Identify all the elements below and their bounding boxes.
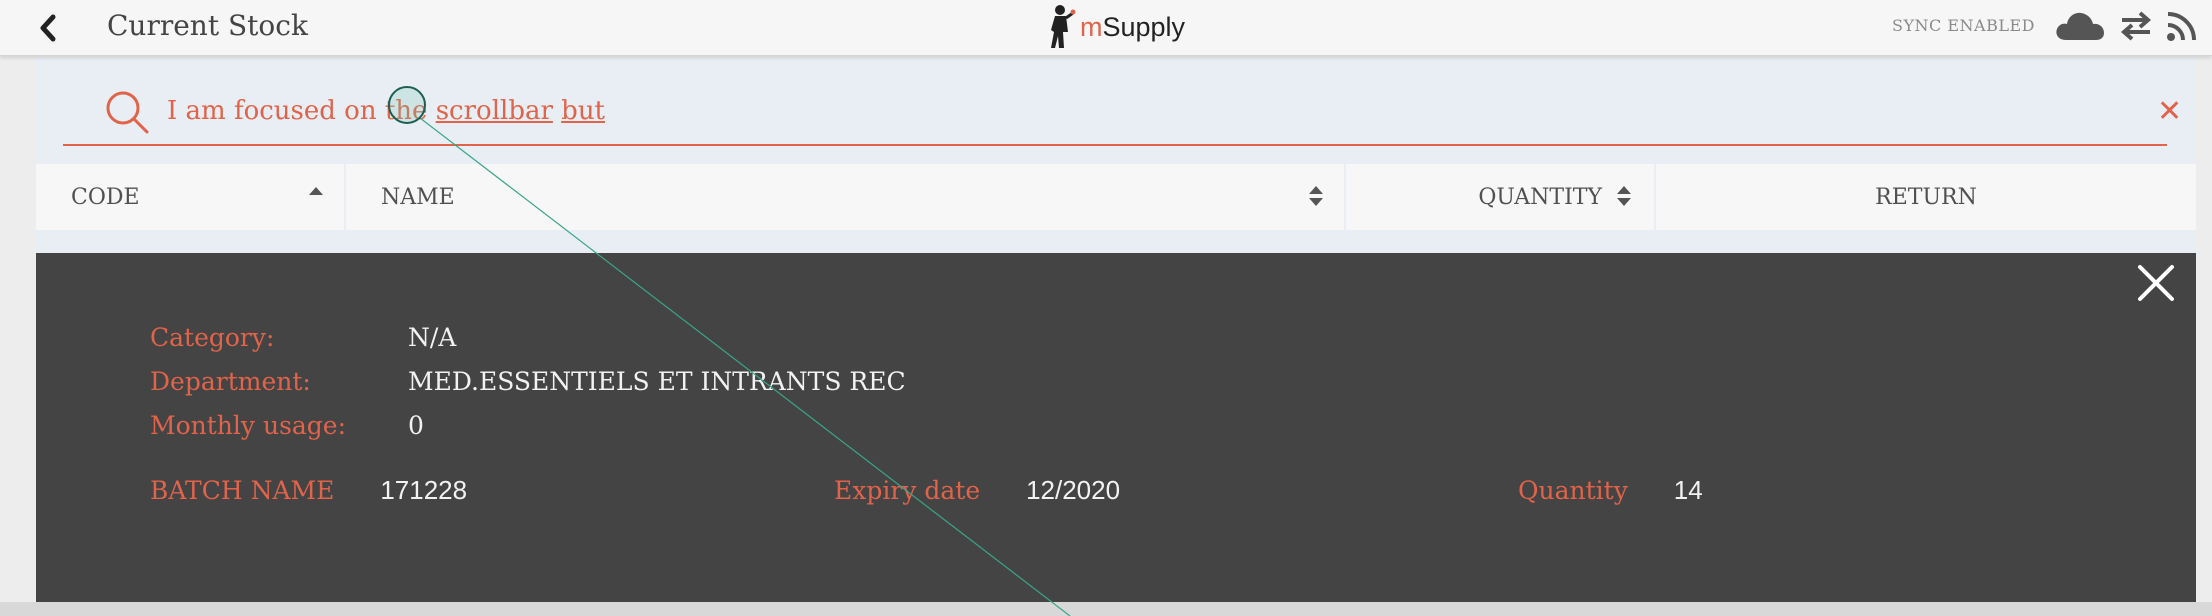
column-label-code: CODE (71, 184, 140, 210)
top-bar: Current Stock mSupply SYNC ENABLED (0, 0, 2212, 56)
monthly-usage-label: Monthly usage: (150, 411, 347, 440)
rss-icon[interactable] (2166, 10, 2198, 42)
mascot-logo-icon (1051, 5, 1076, 48)
sort-icon (1617, 186, 1631, 206)
column-header-code[interactable]: CODE (36, 164, 346, 230)
search-text-space (553, 96, 561, 126)
monthly-usage-value: 0 (408, 411, 424, 440)
search-text-misspelled: scrollbar (435, 96, 553, 126)
search-input[interactable]: I am focused on the scrollbar but (167, 96, 605, 126)
batch-name-label: BATCH NAME (150, 476, 335, 505)
sync-status: SYNC ENABLED (1892, 16, 2035, 35)
column-header-return: RETURN (1656, 164, 2196, 230)
chevron-left-icon (40, 14, 56, 42)
expiry-date-value: 12/2020 (1026, 475, 1121, 505)
sort-icon (1309, 186, 1323, 206)
expiry-date-field: Expiry date 12/2020 (834, 475, 1120, 506)
column-header-quantity[interactable]: QUANTITY (1346, 164, 1656, 230)
search-bar[interactable]: I am focused on the scrollbar but ✕ (63, 80, 2182, 146)
quantity-label: Quantity (1518, 476, 1628, 505)
logo-m: m (1080, 11, 1103, 42)
column-label-name: NAME (381, 184, 455, 210)
close-icon[interactable] (2136, 263, 2176, 303)
column-label-quantity: QUANTITY (1478, 184, 1602, 210)
search-text-before: I am focused on th (167, 96, 413, 126)
department-value: MED.ESSENTIELS ET INTRANTS REC (408, 367, 906, 396)
category-label: Category: (150, 323, 275, 352)
expiry-date-label: Expiry date (834, 476, 981, 505)
sort-ascending-icon (309, 187, 323, 195)
batch-name-value: 171228 (380, 475, 468, 505)
quantity-value: 14 (1673, 475, 1703, 505)
clear-search-button[interactable]: ✕ (2157, 94, 2182, 129)
back-button[interactable] (30, 10, 66, 46)
search-text-but: but (561, 96, 606, 126)
search-icon (106, 91, 149, 134)
search-text-mid: e (412, 96, 436, 126)
cloud-icon[interactable] (2054, 8, 2106, 44)
quantity-field: Quantity 14 (1518, 475, 1703, 506)
table-header: CODE NAME QUANTITY RETURN (36, 164, 2196, 230)
stock-page: I am focused on the scrollbar but ✕ CODE… (36, 58, 2196, 616)
page-title: Current Stock (107, 9, 308, 42)
logo-rest: Supply (1102, 11, 1186, 42)
batch-name-field: BATCH NAME 171228 (150, 475, 467, 506)
item-detail-panel: Category: N/A Department: MED.ESSENTIELS… (36, 253, 2196, 616)
bottom-scrollbar[interactable] (0, 602, 2212, 616)
logo-text: mSupply (1080, 12, 1185, 43)
column-label-return: RETURN (1875, 184, 1977, 210)
department-label: Department: (150, 367, 311, 396)
msupply-logo: mSupply (1046, 2, 1185, 52)
swap-arrows-icon[interactable] (2120, 11, 2152, 41)
category-value: N/A (408, 323, 457, 352)
column-header-name[interactable]: NAME (346, 164, 1346, 230)
